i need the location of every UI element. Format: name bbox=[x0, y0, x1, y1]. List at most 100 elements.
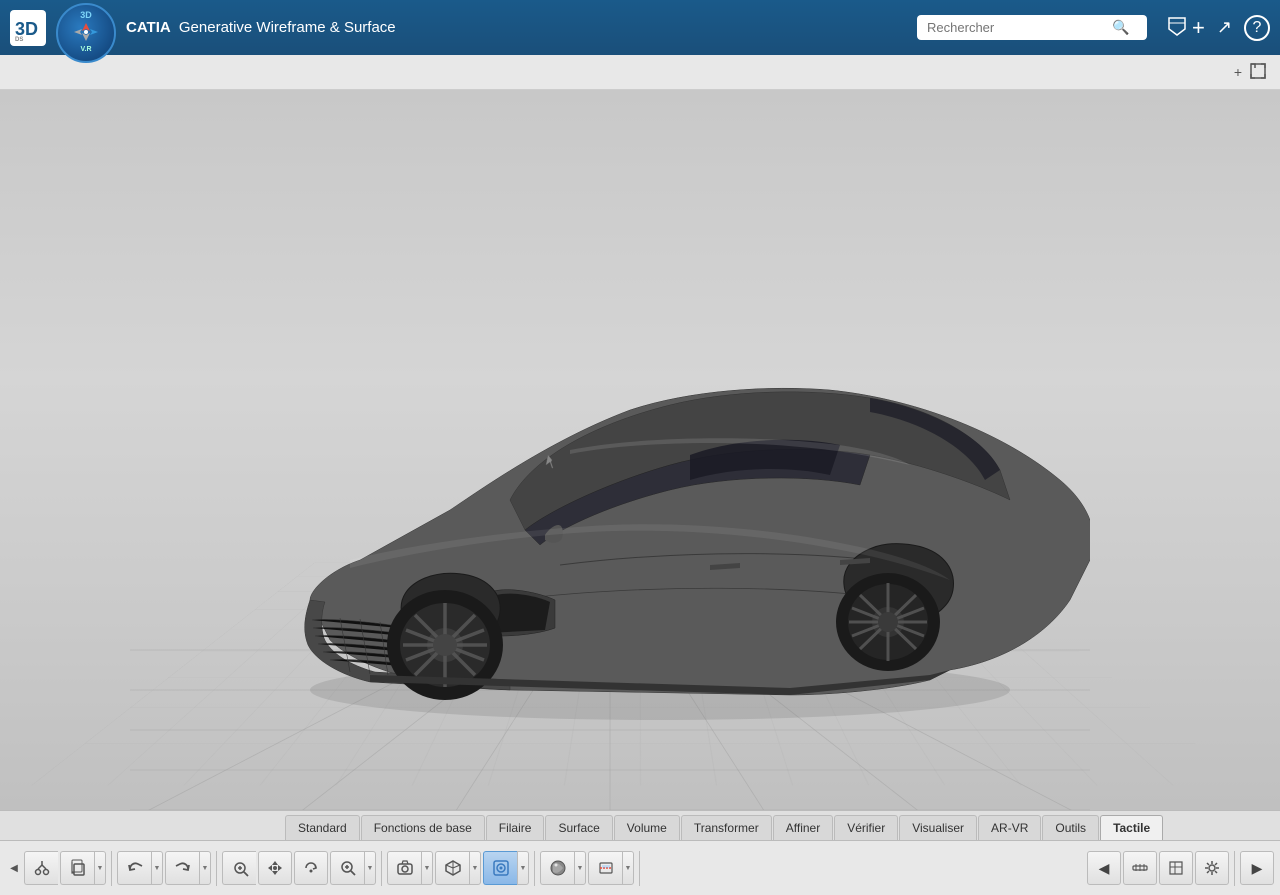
nav-left-button[interactable]: ◀ bbox=[1087, 851, 1121, 885]
tab-filaire[interactable]: Filaire bbox=[486, 815, 545, 840]
cube-button[interactable] bbox=[435, 851, 469, 885]
secondary-toolbar: + bbox=[0, 55, 1280, 90]
header-actions: + ↗ ? bbox=[1192, 15, 1270, 41]
zoom-in-button[interactable] bbox=[330, 851, 364, 885]
copy-group: ▼ bbox=[60, 851, 106, 885]
redo-button[interactable] bbox=[165, 851, 199, 885]
search-area[interactable]: 🔍 bbox=[917, 15, 1147, 40]
svg-text:3D: 3D bbox=[15, 19, 38, 39]
camera-button[interactable] bbox=[387, 851, 421, 885]
pan-icon bbox=[266, 859, 284, 877]
view-mode-group: ▼ bbox=[483, 851, 529, 885]
rotate-button[interactable] bbox=[294, 851, 328, 885]
tab-tactile[interactable]: Tactile bbox=[1100, 815, 1163, 840]
separator-5 bbox=[639, 851, 640, 886]
logo-area: 3D DS 3D V.R bbox=[10, 0, 116, 63]
extra-tool-icon bbox=[1167, 859, 1185, 877]
cut-button[interactable] bbox=[24, 851, 58, 885]
section-group: ▼ bbox=[588, 851, 634, 885]
separator-3 bbox=[381, 851, 382, 886]
tab-verifier[interactable]: Vérifier bbox=[834, 815, 898, 840]
tab-visualiser[interactable]: Visualiser bbox=[899, 815, 977, 840]
rotate-icon bbox=[302, 859, 320, 877]
measure-button[interactable] bbox=[1123, 851, 1157, 885]
app-subtitle-label: Generative Wireframe & Surface bbox=[179, 19, 396, 36]
right-arrow-icon: ▶ bbox=[1252, 860, 1263, 877]
tab-volume[interactable]: Volume bbox=[614, 815, 680, 840]
add-button[interactable]: + bbox=[1192, 15, 1205, 41]
zoom-window-button[interactable] bbox=[222, 851, 256, 885]
zoom-window-group bbox=[222, 851, 256, 885]
nav-right-button[interactable]: ▶ bbox=[1240, 851, 1274, 885]
render-button[interactable] bbox=[540, 851, 574, 885]
car-model bbox=[130, 170, 1090, 810]
undo-icon bbox=[126, 859, 144, 877]
tab-fonctions-base[interactable]: Fonctions de base bbox=[361, 815, 485, 840]
undo-group: ▼ bbox=[117, 851, 163, 885]
copy-icon bbox=[69, 859, 87, 877]
bookmark-icon[interactable] bbox=[1162, 13, 1192, 43]
render-dropdown[interactable]: ▼ bbox=[574, 851, 586, 885]
right-toolbar-area: ◀ ▶ bbox=[1087, 851, 1274, 886]
zoom-window-icon bbox=[231, 859, 249, 877]
pan-button[interactable] bbox=[258, 851, 292, 885]
view-mode-button[interactable] bbox=[483, 851, 517, 885]
separator-1 bbox=[111, 851, 112, 886]
left-arrow-icon: ◀ bbox=[1099, 860, 1110, 877]
toolbar-tabs: Standard Fonctions de base Filaire Surfa… bbox=[0, 810, 1280, 840]
render-group: ▼ bbox=[540, 851, 586, 885]
add-small-button[interactable]: + bbox=[1230, 62, 1246, 82]
section-dropdown[interactable]: ▼ bbox=[622, 851, 634, 885]
settings-icon bbox=[1203, 859, 1221, 877]
tab-ar-vr[interactable]: AR-VR bbox=[978, 815, 1041, 840]
separator-2 bbox=[216, 851, 217, 886]
bottom-toolbar: ◀ ▼ bbox=[0, 840, 1280, 895]
cube-view-group: ▼ bbox=[435, 851, 481, 885]
tab-transformer[interactable]: Transformer bbox=[681, 815, 772, 840]
cube-icon bbox=[444, 859, 462, 877]
zoom-dropdown[interactable]: ▼ bbox=[364, 851, 376, 885]
scissors-icon bbox=[33, 859, 51, 877]
header-bar: 3D DS 3D V.R CATIA Generative Wireframe … bbox=[0, 0, 1280, 55]
measure-icon bbox=[1131, 859, 1149, 877]
tab-standard[interactable]: Standard bbox=[285, 815, 360, 840]
fullscreen-button[interactable] bbox=[1246, 61, 1270, 84]
tab-affiner[interactable]: Affiner bbox=[773, 815, 833, 840]
redo-dropdown[interactable]: ▼ bbox=[199, 851, 211, 885]
redo-group: ▼ bbox=[165, 851, 211, 885]
compass-vr-label: V.R bbox=[72, 46, 100, 54]
compass-button[interactable]: 3D V.R bbox=[56, 3, 116, 63]
app-title: CATIA Generative Wireframe & Surface bbox=[126, 19, 400, 36]
toolbar-collapse-button[interactable]: ◀ bbox=[6, 851, 22, 885]
app-brand-label: CATIA bbox=[126, 19, 171, 36]
3d-viewport[interactable] bbox=[0, 90, 1280, 810]
camera-group: ▼ bbox=[387, 851, 433, 885]
tab-outils[interactable]: Outils bbox=[1042, 815, 1099, 840]
dassault-logo: 3D DS bbox=[10, 10, 46, 46]
copy-dropdown[interactable]: ▼ bbox=[94, 851, 106, 885]
undo-button[interactable] bbox=[117, 851, 151, 885]
redo-icon bbox=[174, 859, 192, 877]
camera-icon bbox=[396, 859, 414, 877]
tab-surface[interactable]: Surface bbox=[545, 815, 612, 840]
share-button[interactable]: ↗ bbox=[1217, 17, 1232, 38]
view-mode-icon bbox=[492, 859, 510, 877]
search-button[interactable]: 🔍 bbox=[1112, 19, 1129, 36]
zoom-in-group: ▼ bbox=[330, 851, 376, 885]
render-icon bbox=[549, 859, 567, 877]
cube-dropdown[interactable]: ▼ bbox=[469, 851, 481, 885]
edit-tools-group bbox=[24, 851, 58, 885]
search-input[interactable] bbox=[927, 20, 1112, 35]
section-icon bbox=[597, 859, 615, 877]
undo-dropdown[interactable]: ▼ bbox=[151, 851, 163, 885]
view-mode-dropdown[interactable]: ▼ bbox=[517, 851, 529, 885]
extra-tool-button[interactable] bbox=[1159, 851, 1193, 885]
zoom-in-icon bbox=[339, 859, 357, 877]
section-button[interactable] bbox=[588, 851, 622, 885]
help-button[interactable]: ? bbox=[1244, 15, 1270, 41]
settings-button[interactable] bbox=[1195, 851, 1229, 885]
copy-button[interactable] bbox=[60, 851, 94, 885]
separator-4 bbox=[534, 851, 535, 886]
camera-dropdown[interactable]: ▼ bbox=[421, 851, 433, 885]
svg-text:DS: DS bbox=[15, 37, 23, 43]
